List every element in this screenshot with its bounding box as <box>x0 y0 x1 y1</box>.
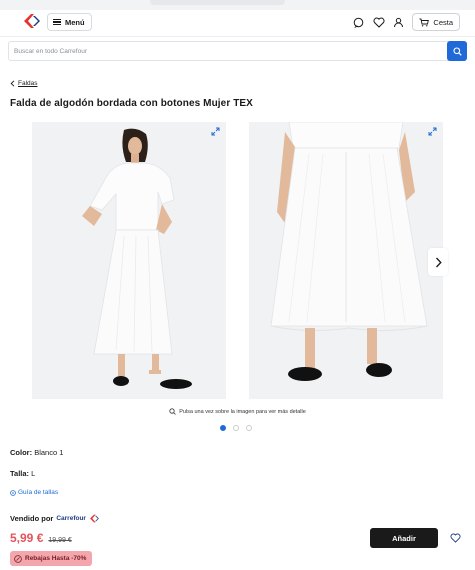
site-header: Menú Cesta <box>0 10 475 36</box>
promo-text: Rebajas Hasta -70% <box>25 555 87 562</box>
chat-icon[interactable] <box>352 16 365 29</box>
price-block: 5,99 € 19,99 € <box>10 531 72 545</box>
size-label: Talla: <box>10 469 30 478</box>
current-price: 5,99 € <box>10 531 44 545</box>
search-icon <box>452 46 462 56</box>
sold-by: Vendido por Carrefour <box>10 514 100 523</box>
carrefour-logo-small <box>90 514 99 523</box>
gallery-next-button[interactable] <box>428 248 448 276</box>
cart-label: Cesta <box>433 17 453 27</box>
gallery-dot-1[interactable] <box>220 425 226 431</box>
ruler-icon <box>10 489 16 496</box>
product-title: Falda de algodón bordada con botones Muj… <box>10 98 253 109</box>
header-actions: Cesta <box>352 13 460 31</box>
size-attribute: Talla: L <box>10 469 35 478</box>
gallery-dot-3[interactable] <box>246 425 252 431</box>
gallery-dots <box>220 425 252 431</box>
menu-button[interactable]: Menú <box>47 13 92 31</box>
size-value: L <box>31 469 36 478</box>
hamburger-icon <box>53 19 61 25</box>
add-to-cart-button[interactable]: Añadir <box>370 528 438 548</box>
breadcrumb[interactable]: Faldas <box>10 80 38 87</box>
product-image-2[interactable] <box>249 122 443 399</box>
favorite-button[interactable] <box>448 531 462 545</box>
search-bar <box>8 41 467 61</box>
size-guide-link[interactable]: Guía de tallas <box>10 489 58 496</box>
product-image-1[interactable] <box>32 122 226 399</box>
original-price: 19,99 € <box>48 537 72 544</box>
chevron-left-icon <box>10 80 15 87</box>
zoom-icon <box>169 408 176 415</box>
product-photo-skirt <box>249 122 443 399</box>
search-input[interactable] <box>14 45 434 58</box>
cart-button[interactable]: Cesta <box>412 13 460 31</box>
breadcrumb-link[interactable]: Faldas <box>18 80 38 87</box>
heart-icon[interactable] <box>372 16 385 29</box>
promo-badge: Rebajas Hasta -70% <box>10 551 93 566</box>
chevron-right-icon <box>435 257 442 267</box>
color-value: Blanco 1 <box>34 448 64 457</box>
gallery-hint-text: Pulsa una vez sobre la imagen para ver m… <box>179 408 306 415</box>
size-guide-label[interactable]: Guía de tallas <box>18 489 58 496</box>
expand-icon[interactable] <box>428 127 437 136</box>
percent-icon <box>14 554 22 563</box>
menu-label: Menú <box>65 17 85 27</box>
browser-tab-strip <box>150 0 285 5</box>
carrefour-logo[interactable] <box>22 13 42 29</box>
seller-name: Carrefour <box>56 515 86 522</box>
product-photo-model <box>32 122 226 399</box>
header-divider <box>0 36 475 37</box>
search-button[interactable] <box>447 41 467 61</box>
gallery-dot-2[interactable] <box>233 425 239 431</box>
gallery-hint: Pulsa una vez sobre la imagen para ver m… <box>0 408 475 415</box>
user-icon[interactable] <box>392 16 405 29</box>
expand-icon[interactable] <box>211 127 220 136</box>
sold-by-label: Vendido por <box>10 514 54 523</box>
cart-icon <box>419 18 430 26</box>
heart-icon <box>450 533 460 543</box>
color-label: Color: <box>10 448 33 457</box>
color-attribute: Color: Blanco 1 <box>10 448 63 457</box>
browser-top-strip <box>0 0 475 10</box>
